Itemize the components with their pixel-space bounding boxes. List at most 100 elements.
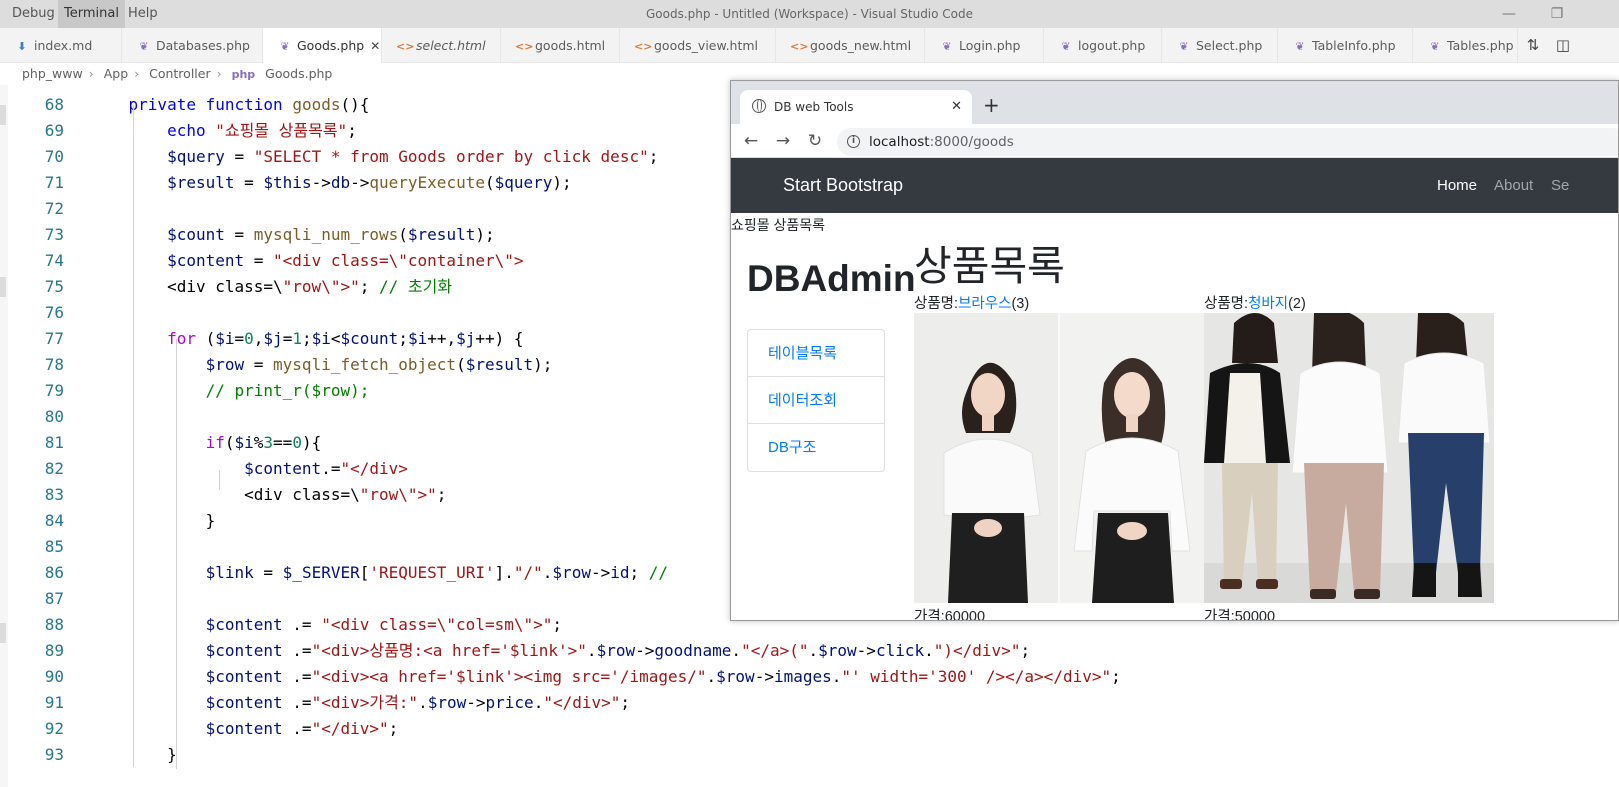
globe-icon (752, 99, 766, 113)
code-text: // print_r($row); (205, 381, 370, 400)
tab-goods-view-html[interactable]: <> goods_view.html (620, 28, 776, 63)
menu-terminal[interactable]: Terminal (58, 0, 125, 28)
browser-window: DB web Tools ✕ + ← → ↻ i localhost:8000/… (730, 80, 1619, 621)
editor-tab-bar: ⬇ index.md ❦ Databases.php ❦ Goods.php ✕ <> sele… (0, 28, 1619, 63)
code-text: $query = "SELECT * from Goods order by c… (167, 147, 659, 166)
product-link[interactable]: 브라우스 (958, 296, 1011, 312)
new-tab-icon[interactable]: + (983, 93, 1000, 117)
tab-select-php[interactable]: ❦ Select.php (1162, 28, 1278, 63)
php-icon: ❦ (1061, 40, 1071, 53)
product-name-row: 상품명:브라우스(3) (914, 292, 1029, 313)
source-control-compare-icon[interactable]: ⇅ (1518, 28, 1548, 63)
product-link[interactable]: 청바지 (1248, 296, 1288, 312)
php-icon: ❦ (1179, 40, 1189, 53)
breadcrumb-controller[interactable]: Controller (149, 66, 211, 81)
reload-icon[interactable]: ↻ (801, 124, 829, 158)
line-number: 91 (44, 693, 64, 712)
nav-about[interactable]: About (1494, 158, 1533, 213)
forward-icon[interactable]: → (769, 124, 797, 158)
line-number: 68 (44, 95, 64, 114)
line-number: 87 (44, 589, 64, 608)
minimize-icon[interactable]: — (1486, 0, 1532, 28)
browser-tab-strip: DB web Tools ✕ + (731, 81, 1618, 124)
url-text: localhost:8000/goods (869, 128, 1014, 156)
line-number: 79 (44, 381, 64, 400)
code-line[interactable]: 91 $content .="<div>가격:".$row->price."</… (0, 690, 1619, 716)
breadcrumb-php-www[interactable]: php_www (22, 66, 83, 81)
sidebar-item-db-structure[interactable]: DB구조 (748, 424, 884, 471)
tab-goods-php[interactable]: ❦ Goods.php ✕ (263, 28, 382, 63)
nav-services[interactable]: Se (1551, 158, 1569, 213)
back-icon[interactable]: ← (737, 124, 765, 158)
product-price: 가격:50000 (1204, 609, 1276, 621)
restore-icon[interactable]: ❐ (1534, 0, 1580, 28)
code-text: <div class=\"row\">"; // 초기화 (90, 277, 453, 296)
code-text: } (90, 511, 216, 530)
code-text: $content .= "<div class=\"col=sm\">"; (205, 615, 563, 634)
line-number: 71 (44, 173, 64, 192)
code-text: $content .="<div><a href='$link'><img sr… (205, 667, 1121, 686)
code-text: private function goods(){ (128, 95, 370, 114)
tab-login-php[interactable]: ❦ Login.php (925, 28, 1044, 63)
chevron-right-icon: › (134, 66, 140, 81)
breadcrumb-goods-php[interactable]: Goods.php (265, 66, 332, 81)
close-icon[interactable]: ✕ (951, 90, 962, 124)
code-line[interactable]: 93 } (0, 742, 1619, 768)
line-number: 93 (44, 745, 64, 764)
split-editor-icon[interactable]: ◫ (1548, 28, 1578, 63)
code-text: <div class=\"row\">"; (90, 485, 447, 504)
menu-debug[interactable]: Debug (6, 0, 61, 28)
code-line[interactable]: 89 $content .="<div>상품명:<a href='$link'>… (0, 638, 1619, 664)
web-page: Start Bootstrap Home About Se 쇼핑몰 상품목록 D… (731, 158, 1618, 621)
tab-index-md[interactable]: ⬇ index.md (0, 28, 122, 63)
tab-logout-php[interactable]: ❦ logout.php (1044, 28, 1162, 63)
close-icon[interactable]: ✕ (370, 29, 380, 63)
sidebar-item-data-query[interactable]: 데이터조회 (748, 377, 884, 424)
line-number: 75 (44, 277, 64, 296)
echo-output: 쇼핑몰 상품목록 (731, 217, 826, 233)
line-number: 89 (44, 641, 64, 660)
code-text: $count = mysqli_num_rows($result); (167, 225, 495, 244)
chevron-right-icon: › (216, 66, 222, 81)
tab-select-html[interactable]: <> select.html (382, 28, 501, 63)
navbar: Start Bootstrap Home About Se (731, 158, 1618, 213)
tab-tables-php[interactable]: ❦ Tables.php (1413, 28, 1518, 63)
url-path: :8000/goods (929, 134, 1014, 150)
product-click-count: (3) (1011, 296, 1030, 312)
browser-tab[interactable]: DB web Tools ✕ (740, 90, 972, 124)
tab-goods-html[interactable]: <> goods.html (501, 28, 620, 63)
product-image-blouse[interactable] (914, 313, 1204, 603)
code-text: echo "쇼핑몰 상품목록"; (167, 121, 357, 140)
address-bar[interactable]: i localhost:8000/goods (837, 128, 1618, 156)
tab-label: logout.php (1078, 38, 1146, 53)
tab-label: index.md (34, 38, 93, 53)
url-host: localhost (869, 134, 930, 150)
tab-label: Select.php (1196, 38, 1263, 53)
sidebar-title: DBAdmin (747, 258, 916, 299)
line-number: 82 (44, 459, 64, 478)
code-line[interactable]: 92 $content .="</div>"; (0, 716, 1619, 742)
code-text: $row = mysqli_fetch_object($result); (205, 355, 553, 374)
menu-help[interactable]: Help (122, 0, 164, 28)
php-icon: ❦ (280, 40, 290, 53)
product-click-count: (2) (1288, 296, 1306, 312)
tab-tableinfo-php[interactable]: ❦ TableInfo.php (1278, 28, 1413, 63)
tab-goods-new-html[interactable]: <> goods_new.html (776, 28, 925, 63)
indent-guide (219, 470, 220, 490)
info-icon[interactable]: i (847, 135, 860, 148)
breadcrumb-app[interactable]: App (104, 66, 128, 81)
php-icon: ❦ (139, 40, 149, 53)
product-image-jeans[interactable] (1204, 313, 1494, 603)
code-line[interactable]: 90 $content .="<div><a href='$link'><img… (0, 664, 1619, 690)
nav-home[interactable]: Home (1437, 158, 1477, 213)
product-price: 가격:60000 (914, 609, 986, 621)
line-number: 77 (44, 329, 64, 348)
navbar-brand[interactable]: Start Bootstrap (783, 158, 903, 213)
tab-databases-php[interactable]: ❦ Databases.php (122, 28, 263, 63)
indent-guide (133, 105, 134, 767)
code-text: $result = $this->db->queryExecute($query… (167, 173, 572, 192)
markdown-icon: ⬇ (17, 40, 27, 53)
sidebar-item-table-list[interactable]: 테이블목록 (748, 330, 884, 377)
code-text: $content .="<div>가격:".$row->price."</div… (205, 693, 631, 712)
code-text: $content = "<div class=\"container\"> (167, 251, 524, 270)
